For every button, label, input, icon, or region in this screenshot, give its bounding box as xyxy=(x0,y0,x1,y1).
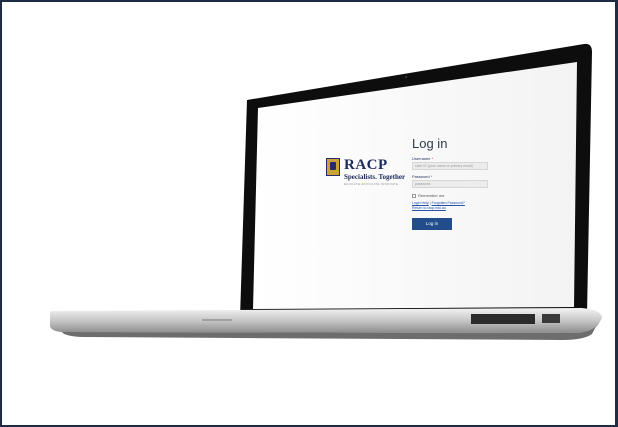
image-frame: RACP Specialists. Together EDUCATE ADVOC… xyxy=(0,0,618,427)
remember-checkbox[interactable] xyxy=(412,193,416,198)
return-link[interactable]: Return to racp.edu.au xyxy=(412,206,446,210)
help-links: Login Help | Forgotten Password? Return … xyxy=(412,201,492,211)
screen-content: RACP Specialists. Together EDUCATE ADVOC… xyxy=(248,62,588,312)
login-button[interactable]: Log in xyxy=(412,218,452,230)
login-title: Log in xyxy=(412,136,448,151)
password-input[interactable]: password xyxy=(412,180,488,188)
required-mark: * xyxy=(430,174,433,179)
required-mark: * xyxy=(431,156,434,161)
password-label: Password * xyxy=(412,174,433,179)
username-input[interactable]: User ID (your name or primary email) xyxy=(412,162,488,170)
username-label: Username * xyxy=(412,156,434,161)
hinge-notch xyxy=(202,319,232,321)
brand-tagline: Specialists. Together xyxy=(344,173,406,181)
forgot-password-link[interactable]: Forgotten Password? xyxy=(432,201,465,205)
remember-me[interactable]: Remember me xyxy=(412,193,492,198)
brand-logo: RACP Specialists. Together EDUCATE ADVOC… xyxy=(326,158,405,186)
port-slot-1 xyxy=(471,314,535,324)
login-form: Log in Username * User ID (your name or … xyxy=(412,136,492,230)
port-slot-2 xyxy=(542,314,560,323)
login-help-link[interactable]: Login Help xyxy=(412,201,429,205)
remember-label: Remember me xyxy=(418,193,445,198)
crest-icon xyxy=(326,158,340,176)
brand-subline: EDUCATE ADVOCATE INNOVATE xyxy=(344,182,399,186)
brand-name: RACP xyxy=(344,157,388,173)
